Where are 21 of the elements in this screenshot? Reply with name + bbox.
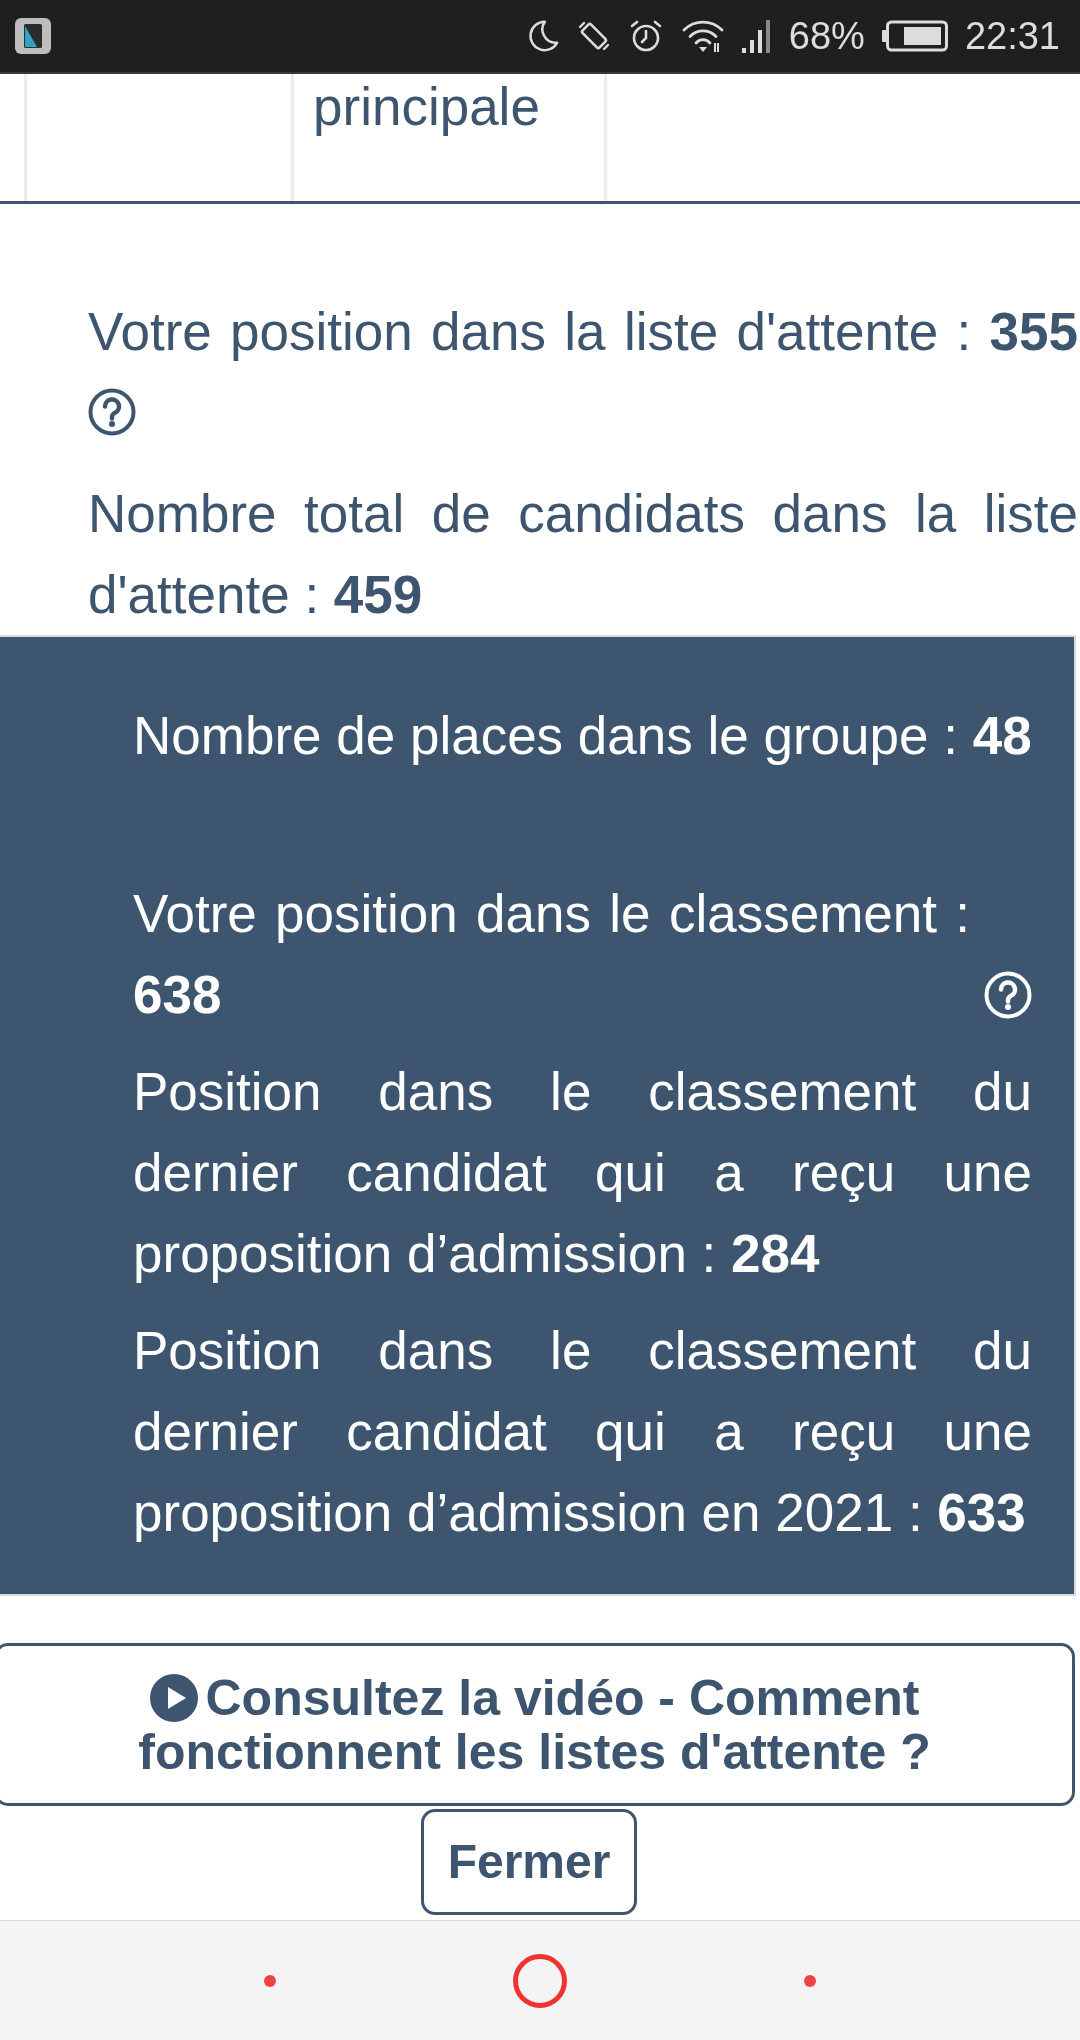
dot-icon[interactable]: [804, 1974, 816, 1987]
table-text: principale: [313, 76, 541, 138]
wifi-icon: [680, 18, 725, 54]
info-text: Nombre total de candidats dans la liste d'attente : 459: [88, 484, 1078, 624]
help-icon[interactable]: [88, 388, 136, 436]
clock-time: 22:31: [964, 14, 1060, 58]
info-text: Votre position dans la liste d'attente : 355: [88, 302, 1078, 361]
info-text: Votre position dans le classement : 638: [133, 883, 970, 1026]
close-button[interactable]: Fermer: [421, 1809, 637, 1915]
circle-icon[interactable]: [513, 1953, 567, 2008]
signal-icon: [741, 19, 772, 53]
battery-percentage: 68%: [788, 14, 865, 58]
dot-icon[interactable]: [264, 1974, 276, 1987]
tablet-app-icon: [15, 18, 51, 54]
info-text: Nombre de places dans le groupe : 48: [133, 706, 1032, 765]
battery-icon: [881, 20, 948, 52]
screen-rotation-icon: [576, 19, 611, 53]
play-icon: [149, 1673, 198, 1722]
info-text: Position dans le classement du dernier candidat qui a reçu une proposition d’admission : 284: [133, 1062, 1032, 1283]
info-text: Position dans le classement du dernier candidat qui a reçu une proposition d’admission en 2021 : 633: [133, 1321, 1032, 1542]
video-button[interactable]: Consultez la vidéo - Comment fonctionnent les listes d'attente ?: [0, 1643, 1075, 1806]
